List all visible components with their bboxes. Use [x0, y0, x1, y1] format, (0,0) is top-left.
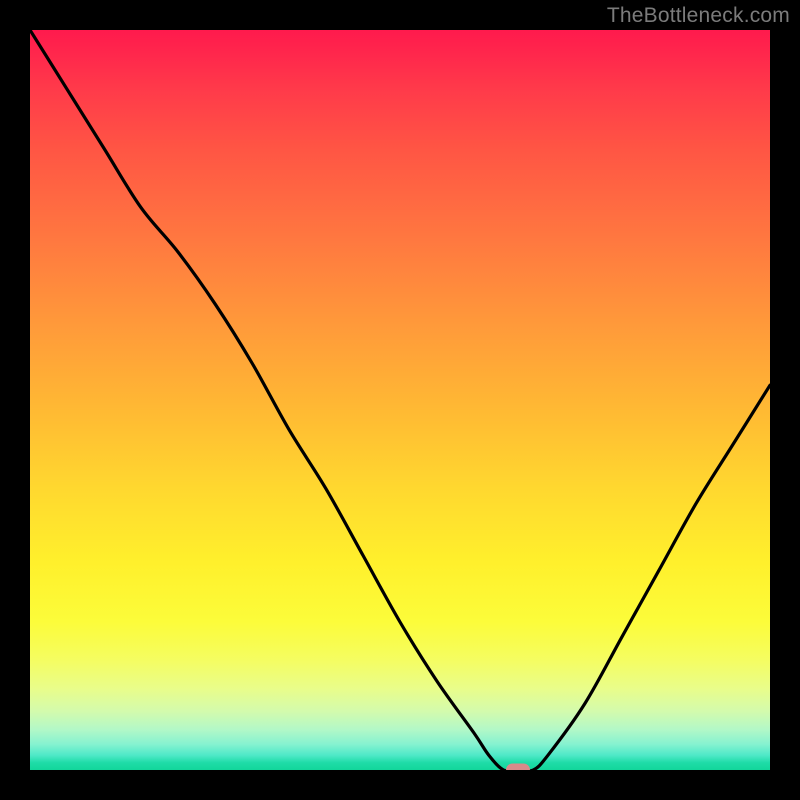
plot-area [30, 30, 770, 770]
watermark-text: TheBottleneck.com [607, 4, 790, 28]
chart-frame: TheBottleneck.com [0, 0, 800, 800]
bottleneck-curve [30, 30, 770, 770]
optimal-marker-icon [506, 764, 530, 771]
